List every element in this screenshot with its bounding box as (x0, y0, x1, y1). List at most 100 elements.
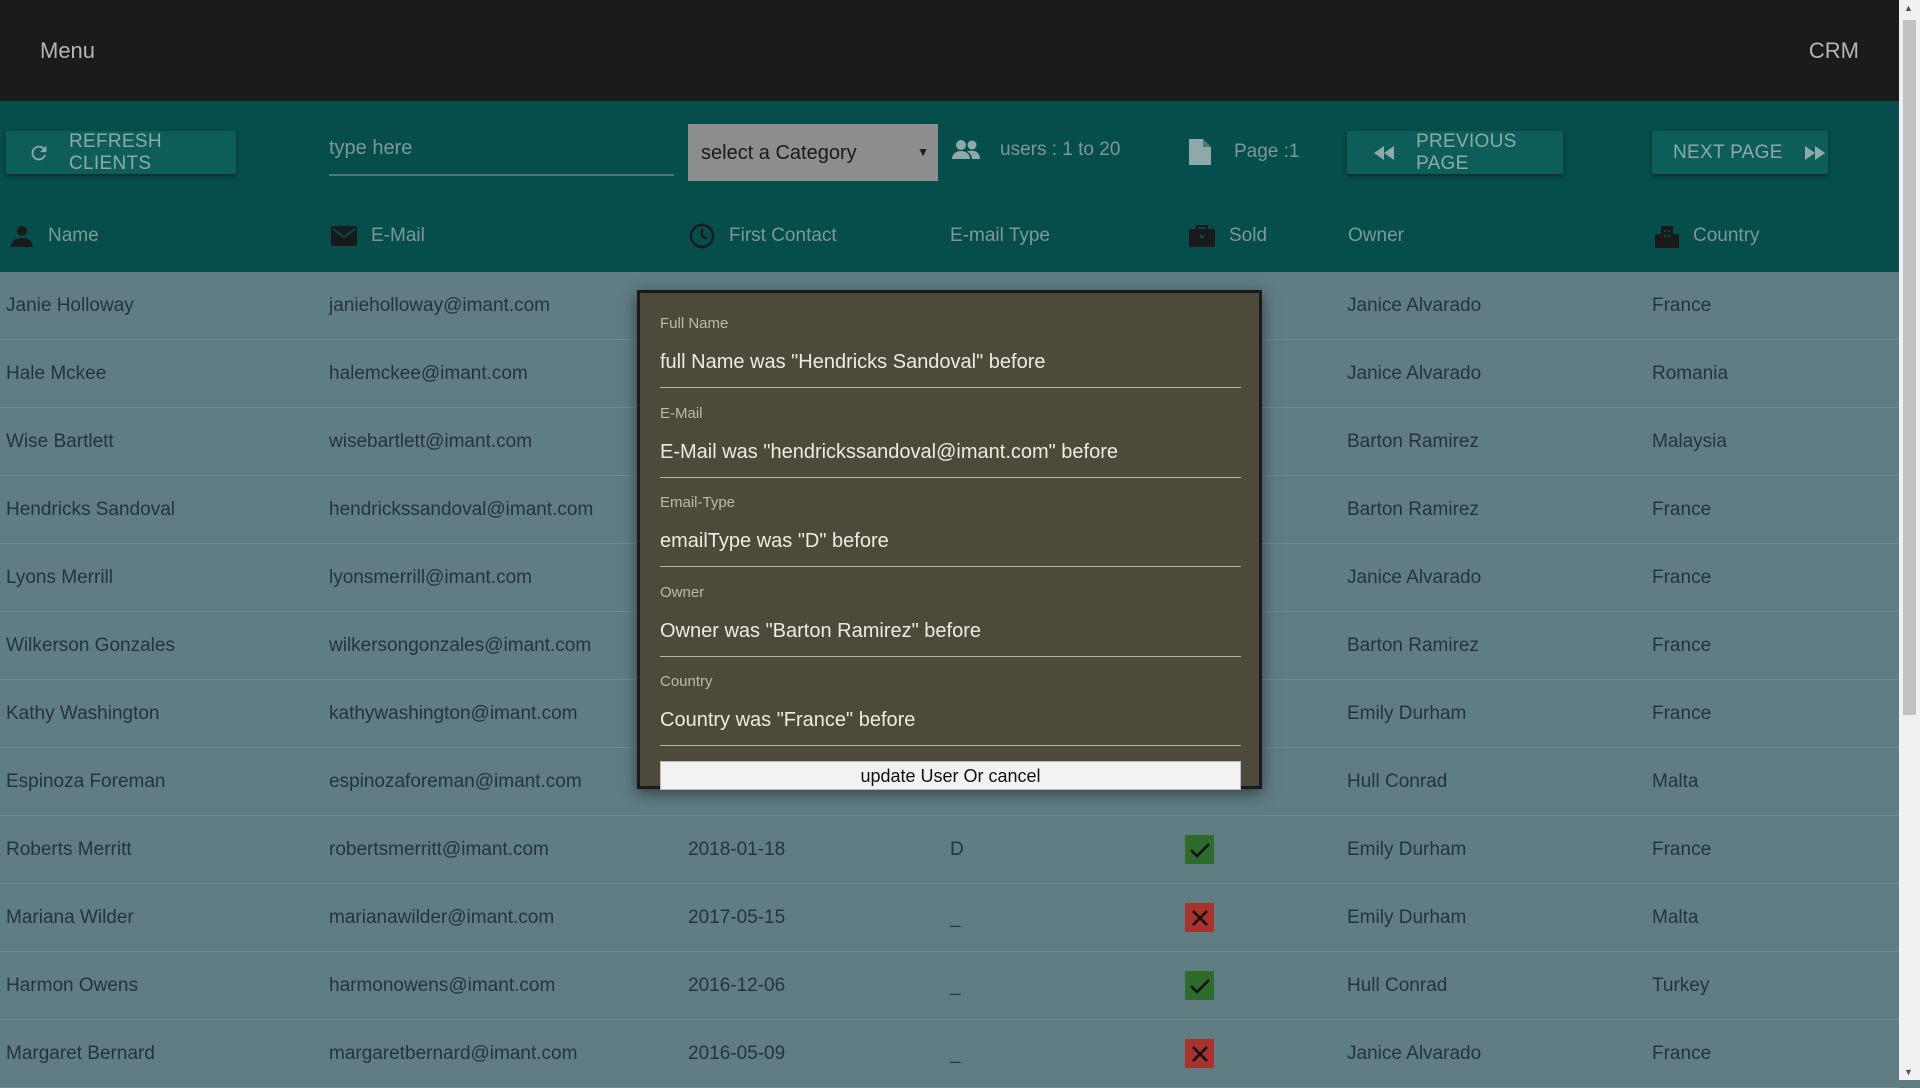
column-sold-label: Sold (1229, 225, 1268, 246)
scroll-up-icon[interactable]: ▲ (1904, 3, 1913, 13)
clock-icon (689, 223, 715, 249)
cell-owner: Emily Durham (1347, 838, 1467, 860)
scrollbar-thumb[interactable] (1903, 20, 1916, 715)
users-icon (952, 140, 980, 159)
cell-name: Espinoza Foreman (6, 770, 166, 792)
building-icon (1655, 226, 1679, 248)
cell-owner: Hull Conrad (1347, 974, 1448, 996)
cell-sold (1185, 952, 1214, 1019)
cell-country: France (1652, 702, 1712, 724)
column-first-contact-label: First Contact (729, 225, 837, 246)
envelope-icon (331, 226, 357, 246)
cell-name: Harmon Owens (6, 974, 138, 996)
cell-owner: Janice Alvarado (1347, 566, 1482, 588)
column-owner[interactable]: Owner (1348, 200, 1404, 272)
page-indicator-text: Page :1 (1234, 141, 1300, 162)
users-range-text: users : 1 to 20 (1000, 139, 1121, 160)
column-name[interactable]: Name (10, 200, 99, 272)
cell-email: wisebartlett@imant.com (329, 430, 533, 452)
cell-email-type: D (950, 838, 964, 860)
column-country[interactable]: Country (1655, 200, 1760, 272)
cell-email: kathywashington@imant.com (329, 702, 578, 724)
refresh-clients-button[interactable]: REFRESH CLIENTS (6, 131, 236, 174)
email-type-label: Email-Type (660, 494, 736, 511)
menu-button[interactable]: Menu (40, 38, 95, 64)
users-range: users : 1 to 20 (952, 139, 1120, 161)
refresh-icon (31, 145, 47, 160)
owner-field[interactable]: Owner Owner was "Barton Ramirez" before (660, 584, 1241, 657)
cell-name: Janie Holloway (6, 294, 134, 316)
cell-name: Roberts Merritt (6, 838, 132, 860)
column-email[interactable]: E-Mail (331, 200, 425, 272)
cell-name: Hale Mckee (6, 362, 107, 384)
check-icon (1185, 835, 1214, 864)
cell-owner: Janice Alvarado (1347, 294, 1482, 316)
next-page-button[interactable]: NEXT PAGE (1652, 131, 1828, 174)
cell-country: France (1652, 1042, 1712, 1064)
cell-email: lyonsmerrill@imant.com (329, 566, 532, 588)
country-field[interactable]: Country Country was "France" before (660, 673, 1241, 746)
cell-email: wilkersongonzales@imant.com (329, 634, 592, 656)
country-label: Country (660, 673, 713, 690)
cell-country: Malta (1652, 906, 1699, 928)
column-email-label: E-Mail (371, 225, 425, 246)
cell-owner: Barton Ramirez (1347, 634, 1479, 656)
cell-country: France (1652, 634, 1712, 656)
column-first-contact[interactable]: First Contact (689, 200, 837, 272)
cell-email: margaretbernard@imant.com (329, 1042, 578, 1064)
edit-user-dialog: Full Name full Name was "Hendricks Sando… (637, 290, 1262, 790)
table-header: Name E-Mail First Contact E-mail Type So… (0, 200, 1899, 272)
full-name-field[interactable]: Full Name full Name was "Hendricks Sando… (660, 315, 1241, 388)
cell-country: France (1652, 294, 1712, 316)
cell-owner: Emily Durham (1347, 702, 1467, 724)
cell-email: hendrickssandoval@imant.com (329, 498, 594, 520)
cell-country: Turkey (1652, 974, 1710, 996)
app-title: CRM (1808, 38, 1859, 63)
column-sold[interactable]: Sold (1189, 200, 1267, 272)
cell-name: Wise Bartlett (6, 430, 114, 452)
cell-first-contact: 2018-01-18 (688, 838, 786, 860)
cell-name: Wilkerson Gonzales (6, 634, 175, 656)
table-row[interactable]: Harmon Owens harmonowens@imant.com 2016-… (0, 952, 1899, 1020)
person-icon (11, 226, 33, 247)
cell-email: harmonowens@imant.com (329, 974, 556, 996)
cell-country: Romania (1652, 362, 1729, 384)
briefcase-icon (1189, 225, 1215, 247)
table-row[interactable]: Mariana Wilder marianawilder@imant.com 2… (0, 884, 1899, 952)
cell-email: janieholloway@imant.com (329, 294, 550, 316)
email-input[interactable]: E-Mail was "hendrickssandoval@imant.com"… (660, 441, 1241, 478)
table-row[interactable]: Roberts Merritt robertsmerritt@imant.com… (0, 816, 1899, 884)
email-label: E-Mail (660, 405, 703, 422)
refresh-clients-label: REFRESH CLIENTS (69, 130, 162, 174)
scrollbar[interactable]: ▲ ▼ (1899, 0, 1920, 1080)
email-type-input[interactable]: emailType was "D" before (660, 530, 1241, 567)
category-select[interactable]: select a Category ▼ (688, 124, 938, 181)
scroll-down-icon[interactable]: ▼ (1904, 1067, 1913, 1077)
previous-page-label: PREVIOUS PAGE (1416, 130, 1517, 174)
previous-page-button[interactable]: PREVIOUS PAGE (1347, 131, 1563, 174)
cell-owner: Barton Ramirez (1347, 430, 1479, 452)
owner-input[interactable]: Owner was "Barton Ramirez" before (660, 620, 1241, 657)
column-email-type[interactable]: E-mail Type (950, 200, 1050, 272)
column-email-type-label: E-mail Type (950, 225, 1050, 246)
cell-email: espinozaforeman@imant.com (329, 770, 582, 792)
full-name-label: Full Name (660, 315, 729, 332)
cell-first-contact: 2016-12-06 (688, 974, 786, 996)
cell-name: Kathy Washington (6, 702, 160, 724)
cell-country: France (1652, 566, 1712, 588)
table-row[interactable]: Margaret Bernard margaretbernard@imant.c… (0, 1020, 1899, 1088)
search-input[interactable] (329, 122, 674, 176)
cell-country: France (1652, 498, 1712, 520)
page-indicator: Page :1 (1189, 139, 1300, 165)
column-name-label: Name (48, 225, 99, 246)
update-user-button[interactable]: update User Or cancel (660, 761, 1241, 790)
cell-owner: Hull Conrad (1347, 770, 1448, 792)
category-select-value: select a Category (701, 142, 857, 164)
country-input[interactable]: Country was "France" before (660, 709, 1241, 746)
rewind-icon (1374, 145, 1394, 160)
email-type-field[interactable]: Email-Type emailType was "D" before (660, 494, 1241, 567)
cell-owner: Emily Durham (1347, 906, 1467, 928)
full-name-input[interactable]: full Name was "Hendricks Sandoval" befor… (660, 351, 1241, 388)
email-field[interactable]: E-Mail E-Mail was "hendrickssandoval@ima… (660, 405, 1241, 478)
cell-email-type: _ (950, 974, 961, 996)
